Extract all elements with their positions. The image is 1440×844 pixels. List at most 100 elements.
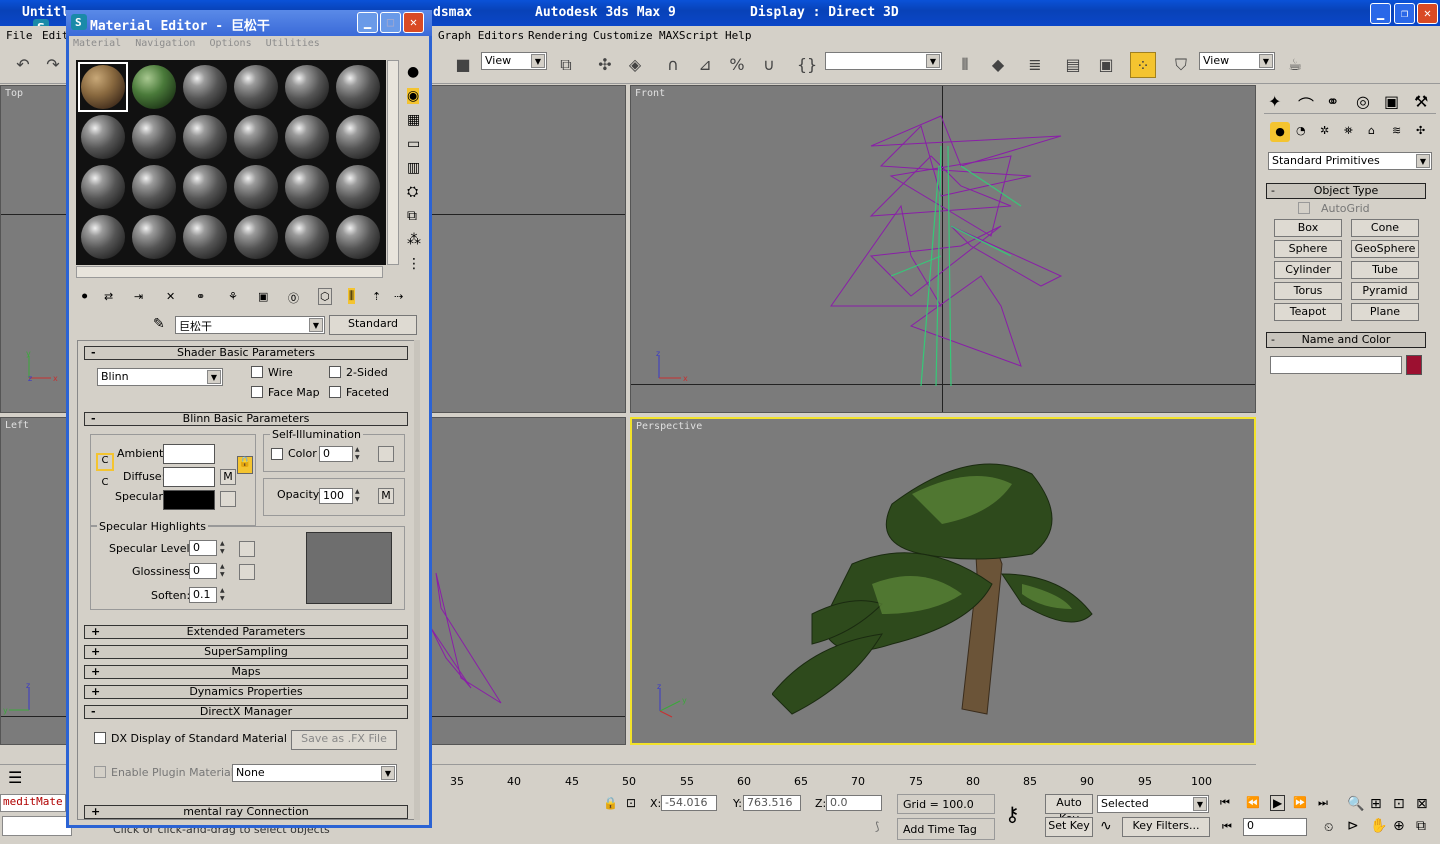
shader-dropdown[interactable]: Blinn ▼ <box>97 368 223 386</box>
material-id-icon[interactable]: ⓪ <box>288 290 299 306</box>
current-frame-input[interactable]: 0 <box>1243 818 1307 836</box>
show-end-result-icon[interactable]: ⫼ <box>348 288 356 304</box>
material-editor-titlebar[interactable]: S Material Editor - 巨松干 ▁ □ ✕ <box>66 10 432 36</box>
directx-manager-rollout[interactable]: - DirectX Manager <box>84 705 408 719</box>
motion-tab-icon[interactable]: ◎ <box>1356 92 1370 111</box>
mirror-icon[interactable]: ⫴ <box>952 52 978 78</box>
maxscript-input[interactable] <box>2 816 72 836</box>
time-tag-icon[interactable]: ⟆ <box>875 820 879 833</box>
percent-snap-icon[interactable]: % <box>724 52 750 78</box>
face-map-checkbox[interactable] <box>251 386 263 398</box>
quick-render-icon[interactable]: ☕ <box>1282 52 1308 78</box>
sample-slot[interactable] <box>78 212 128 262</box>
diffuse-color-swatch[interactable] <box>163 467 215 487</box>
align-icon[interactable]: ◆ <box>985 52 1011 78</box>
uv-tiling-icon[interactable]: ▭ <box>407 136 420 152</box>
sample-slot[interactable] <box>129 162 179 212</box>
material-navigator-icon[interactable]: ⋮ <box>407 256 421 272</box>
save-fx-button[interactable]: Save as .FX File <box>291 730 397 750</box>
object-color-swatch[interactable] <box>1406 355 1422 375</box>
snap-toggle-icon[interactable]: ∩ <box>660 52 686 78</box>
blinn-basic-rollout[interactable]: - Blinn Basic Parameters <box>84 412 408 426</box>
absolute-mode-icon[interactable]: ⊡ <box>626 796 636 810</box>
prev-frame-icon[interactable]: ⏪ <box>1246 796 1260 809</box>
soften-spinner[interactable]: ▲ ▼ <box>220 587 228 603</box>
fov-icon[interactable]: ⊳ <box>1347 818 1359 834</box>
sample-slot[interactable] <box>282 62 332 112</box>
angle-snap-icon[interactable]: ⊿ <box>692 52 718 78</box>
menu-graph-editors[interactable]: Graph Editors <box>438 29 524 42</box>
sample-slot[interactable] <box>333 212 383 262</box>
sample-type-icon[interactable]: ● <box>407 64 419 80</box>
spacewarps-icon[interactable]: ≋ <box>1392 124 1401 137</box>
edit-named-sel-icon[interactable]: {} <box>794 52 820 78</box>
params-scrollbar[interactable] <box>414 340 420 820</box>
plane-button[interactable]: Plane <box>1351 303 1419 321</box>
goto-end-icon[interactable]: ⏭ <box>1318 796 1328 810</box>
mated-menu-utilities[interactable]: Utilities <box>266 38 320 49</box>
lock-ambient-diffuse-icon[interactable]: C <box>96 453 114 471</box>
restore-button[interactable]: ❐ <box>1394 3 1415 24</box>
mental-ray-rollout[interactable]: + mental ray Connection <box>84 805 408 819</box>
next-frame-icon[interactable]: ⏩ <box>1293 796 1307 809</box>
close-button[interactable]: ✕ <box>1417 3 1438 24</box>
background-icon[interactable]: ▦ <box>407 112 420 128</box>
select-by-material-icon[interactable]: ⁂ <box>407 232 421 248</box>
go-forward-icon[interactable]: ⇢ <box>394 290 403 303</box>
glossiness-input[interactable]: 0 <box>189 563 217 579</box>
glossiness-spinner[interactable]: ▲ ▼ <box>220 563 228 579</box>
zoom-all-icon[interactable]: ⊞ <box>1370 796 1382 812</box>
play-icon[interactable]: ▶ <box>1270 795 1286 811</box>
lock-ambient-icon[interactable]: 🔒 <box>237 456 253 474</box>
plugin-material-dropdown[interactable]: None ▼ <box>232 764 397 782</box>
assign-material-icon[interactable]: ⇥ <box>134 290 143 303</box>
auto-key-button[interactable]: Auto Key <box>1045 794 1093 825</box>
pick-material-icon[interactable]: ✎ <box>153 316 165 332</box>
faceted-checkbox[interactable] <box>329 386 341 398</box>
sample-slot[interactable] <box>78 112 128 162</box>
diffuse-map-button[interactable]: M <box>220 469 236 485</box>
wire-checkbox[interactable] <box>251 366 263 378</box>
tube-button[interactable]: Tube <box>1351 261 1419 279</box>
extended-params-rollout[interactable]: + Extended Parameters <box>84 625 408 639</box>
geometry-icon[interactable]: ● <box>1270 122 1290 142</box>
dynamics-rollout[interactable]: + Dynamics Properties <box>84 685 408 699</box>
pyramid-button[interactable]: Pyramid <box>1351 282 1419 300</box>
glossiness-map-button[interactable] <box>239 564 255 580</box>
menu-customize[interactable]: Customize <box>593 29 653 42</box>
key-mode-toggle-icon[interactable]: ⏮ <box>1222 820 1232 834</box>
systems-icon[interactable]: ✣ <box>1416 124 1425 137</box>
z-coord-input[interactable]: 0.0 <box>826 795 882 811</box>
menu-maxscript[interactable]: MAXScript <box>659 29 719 42</box>
sample-slot[interactable] <box>129 212 179 262</box>
pan-icon[interactable]: ✋ <box>1370 818 1387 834</box>
helpers-icon[interactable]: ⌂ <box>1368 124 1375 137</box>
maps-rollout[interactable]: + Maps <box>84 665 408 679</box>
mated-close-button[interactable]: ✕ <box>403 12 424 33</box>
cone-button[interactable]: Cone <box>1351 219 1419 237</box>
sample-slot[interactable] <box>180 62 230 112</box>
supersampling-rollout[interactable]: + SuperSampling <box>84 645 408 659</box>
make-preview-icon[interactable]: ⛭ <box>407 184 418 200</box>
sphere-button[interactable]: Sphere <box>1274 240 1342 258</box>
lock-icon[interactable]: 🔒 <box>603 796 618 810</box>
material-type-button[interactable]: Standard <box>329 315 417 335</box>
specular-level-map-button[interactable] <box>239 541 255 557</box>
ambient-color-swatch[interactable] <box>163 444 215 464</box>
make-unique-icon[interactable]: ⚘ <box>228 290 238 303</box>
mated-menu-material[interactable]: Material <box>73 38 121 49</box>
curve-editor-icon[interactable]: ▤ <box>1060 52 1086 78</box>
add-time-tag[interactable]: Add Time Tag <box>897 818 995 840</box>
teapot-button[interactable]: Teapot <box>1274 303 1342 321</box>
go-to-parent-icon[interactable]: ⇡ <box>372 290 381 303</box>
modify-tab-icon[interactable]: ⌒ <box>1298 92 1314 116</box>
sample-slot[interactable] <box>180 112 230 162</box>
menu-rendering[interactable]: Rendering <box>528 29 588 42</box>
display-tab-icon[interactable]: ▣ <box>1384 92 1399 111</box>
viewport-perspective[interactable]: Perspective zy <box>630 417 1256 745</box>
sample-slot[interactable] <box>231 62 281 112</box>
menu-help[interactable]: Help <box>725 29 752 42</box>
object-type-rollout[interactable]: - Object Type <box>1266 183 1426 199</box>
undo-icon[interactable]: ↶ <box>10 52 36 78</box>
sample-slot[interactable] <box>231 112 281 162</box>
